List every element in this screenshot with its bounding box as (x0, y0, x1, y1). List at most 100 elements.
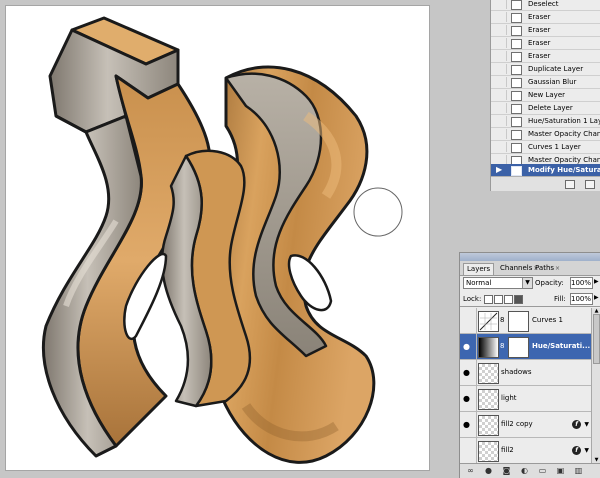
history-item-label: Master Opacity Change (528, 130, 600, 138)
visibility-toggle[interactable]: ● (460, 360, 477, 385)
layer-row[interactable]: ● shadows (460, 360, 591, 386)
visibility-toggle[interactable] (460, 308, 477, 333)
link-layers-icon[interactable]: ∞ (466, 466, 475, 475)
new-layer-icon[interactable]: ▣ (556, 466, 565, 475)
history-source-checkbox[interactable] (494, 25, 507, 35)
layer-name: fill2 copy (501, 420, 533, 428)
layer-thumbnail (478, 441, 499, 462)
history-state-icon (511, 130, 522, 140)
chevron-down-icon[interactable]: ▼ (584, 420, 589, 429)
lock-image-icon[interactable] (494, 295, 503, 304)
layer-effects-icon[interactable]: f (572, 446, 581, 455)
visibility-toggle[interactable] (460, 438, 477, 463)
history-item-label: Eraser (528, 26, 551, 34)
history-source-checkbox[interactable] (494, 51, 507, 61)
adjustment-layer-icon[interactable]: ◐ (520, 466, 529, 475)
layer-row[interactable]: fill2 f ▼ (460, 438, 591, 463)
history-item[interactable]: New Layer (491, 89, 600, 102)
chain-link-icon[interactable]: 8 (500, 342, 504, 350)
history-item-label: Gaussian Blur (528, 78, 577, 86)
eye-icon: ● (463, 420, 470, 429)
layer-row[interactable]: 8 Curves 1 (460, 308, 591, 334)
visibility-toggle[interactable]: ● (460, 386, 477, 411)
trash-icon[interactable]: ▥ (574, 466, 583, 475)
new-snapshot-icon[interactable] (565, 180, 575, 189)
chain-link-icon[interactable]: 8 (500, 316, 504, 324)
layer-name: shadows (501, 368, 532, 376)
history-source-checkbox[interactable] (494, 0, 507, 9)
history-item[interactable]: Gaussian Blur (491, 76, 600, 89)
chevron-down-icon[interactable]: ▼ (584, 446, 589, 455)
history-state-icon (511, 0, 522, 10)
history-item-label: Duplicate Layer (528, 65, 584, 73)
lock-position-icon[interactable] (504, 295, 513, 304)
layer-row-selected[interactable]: ● 8 Hue/Saturati... (460, 334, 591, 360)
history-item[interactable]: Delete Layer (491, 102, 600, 115)
hue-saturation-adjustment-icon (478, 337, 499, 358)
history-item[interactable]: Master Opacity Change (491, 128, 600, 141)
history-item-label: Deselect (528, 0, 559, 8)
tab-layers[interactable]: Layers (463, 263, 495, 275)
canvas-area[interactable] (0, 0, 430, 476)
visibility-toggle[interactable]: ● (460, 334, 477, 359)
history-state-icon (511, 78, 522, 88)
layer-name: fill2 (501, 446, 514, 454)
document-canvas[interactable] (5, 5, 430, 471)
layer-effects-icon[interactable]: f (572, 420, 581, 429)
panel-tabs: Layers Channels× Paths× (460, 261, 600, 276)
opacity-label: Opacity: (535, 279, 564, 287)
lock-fill-row: Lock: Fill: 100% ▶ (460, 292, 600, 307)
lock-all-icon[interactable] (514, 295, 523, 304)
history-source-checkbox[interactable] (494, 116, 507, 126)
history-item-label: Curves 1 Layer (528, 143, 581, 151)
history-panel: Deselect Eraser Eraser Eraser Eraser Dup… (490, 0, 600, 191)
history-source-checkbox[interactable] (494, 142, 507, 152)
panel-title-bar[interactable] (460, 253, 600, 261)
history-item[interactable]: Eraser (491, 11, 600, 24)
layer-name: Curves 1 (532, 316, 563, 324)
history-source-checkbox[interactable] (494, 12, 507, 22)
layer-row[interactable]: ● fill2 copy f ▼ (460, 412, 591, 438)
history-item-label: Modify Hue/Saturation (528, 166, 600, 174)
tab-paths[interactable]: Paths× (532, 263, 563, 274)
history-source-checkbox[interactable] (494, 103, 507, 113)
opacity-arrow-icon[interactable]: ▶ (594, 276, 599, 288)
history-item[interactable]: Curves 1 Layer (491, 141, 600, 154)
lock-transparent-icon[interactable] (484, 295, 493, 304)
visibility-toggle[interactable]: ● (460, 412, 477, 437)
scrollbar-thumb[interactable] (593, 314, 600, 364)
eye-icon: ● (463, 342, 470, 351)
history-item[interactable]: Eraser (491, 50, 600, 63)
blend-opacity-row: Normal ▼ Opacity: 100% ▶ (460, 276, 600, 290)
layer-mask-thumbnail[interactable] (508, 311, 529, 332)
history-item-label: Eraser (528, 52, 551, 60)
history-source-checkbox[interactable] (494, 129, 507, 139)
camera-icon[interactable] (585, 180, 595, 189)
history-source-checkbox[interactable] (494, 90, 507, 100)
fill-arrow-icon[interactable]: ▶ (594, 292, 599, 304)
history-source-checkbox[interactable] (494, 77, 507, 87)
blend-mode-select[interactable]: Normal ▼ (463, 277, 533, 289)
layer-style-icon[interactable]: ● (484, 466, 493, 475)
brush-cursor-icon (353, 187, 403, 237)
history-state-icon (511, 166, 522, 176)
history-item[interactable]: Eraser (491, 37, 600, 50)
history-source-checkbox[interactable] (494, 64, 507, 74)
history-item[interactable]: Deselect (491, 0, 600, 11)
layer-thumbnail (478, 389, 499, 410)
layers-scrollbar[interactable]: ▲ ▼ (591, 308, 600, 463)
history-item[interactable]: Duplicate Layer (491, 63, 600, 76)
layer-row[interactable]: ● light (460, 386, 591, 412)
eraser-icon (511, 13, 522, 23)
history-item[interactable]: Eraser (491, 24, 600, 37)
history-source-checkbox[interactable] (494, 38, 507, 48)
fill-field[interactable]: 100% (570, 293, 593, 305)
history-footer (491, 176, 600, 191)
opacity-field[interactable]: 100% (570, 277, 593, 289)
history-state-icon (511, 91, 522, 101)
add-mask-icon[interactable]: ◙ (502, 466, 511, 475)
history-item-label: Delete Layer (528, 104, 573, 112)
new-group-icon[interactable]: ▭ (538, 466, 547, 475)
history-item[interactable]: Hue/Saturation 1 Layer (491, 115, 600, 128)
layer-mask-thumbnail[interactable] (508, 337, 529, 358)
